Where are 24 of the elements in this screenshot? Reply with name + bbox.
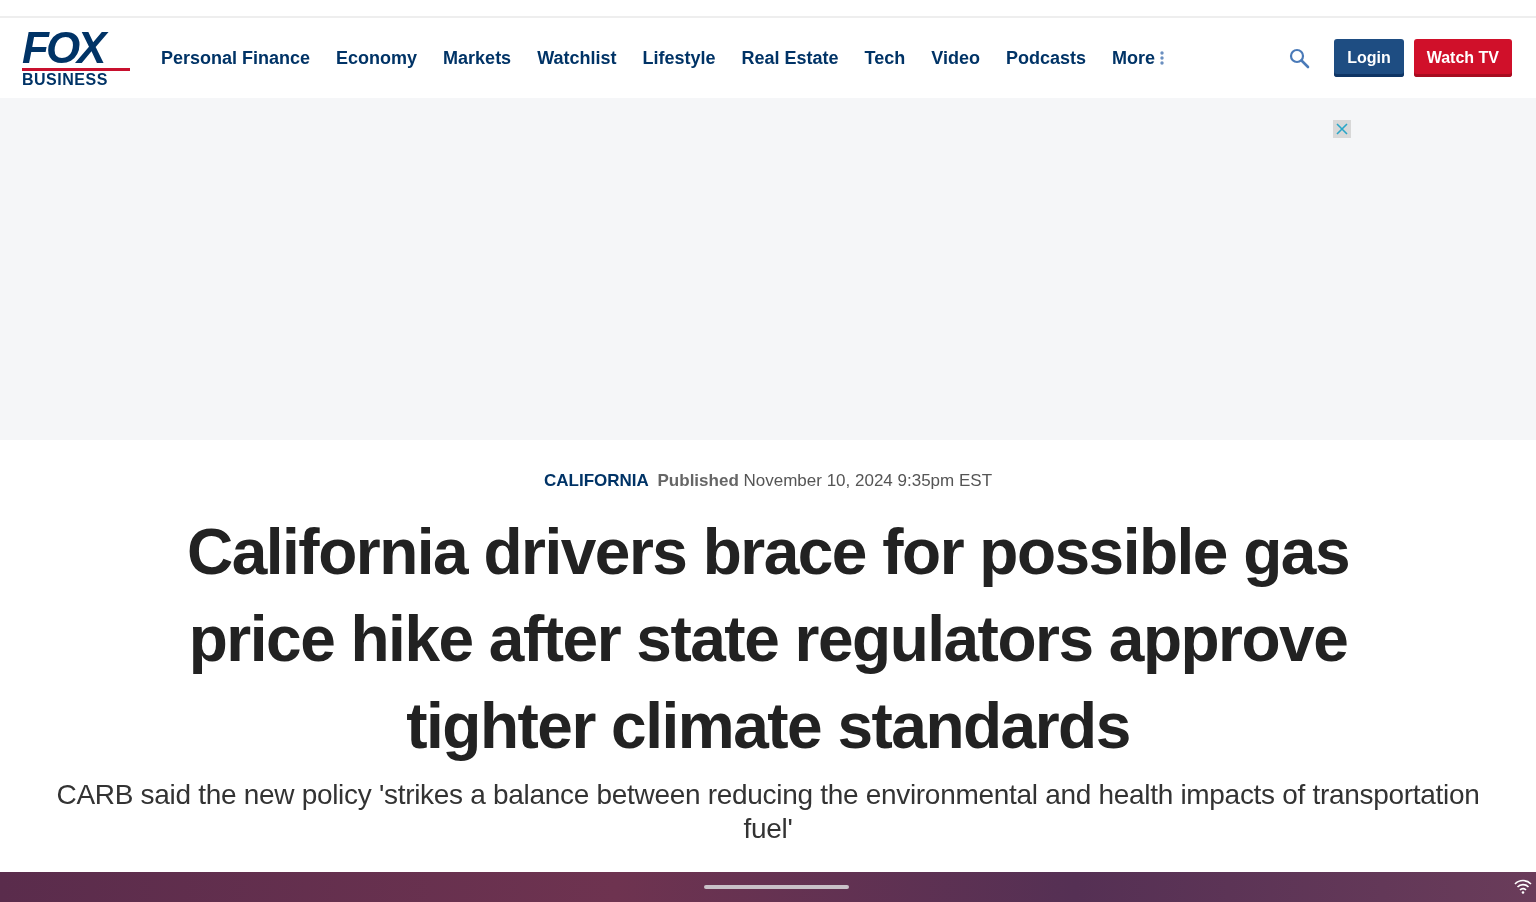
home-handle[interactable] [704, 885, 849, 889]
more-menu-link[interactable]: More [1112, 47, 1155, 69]
nav-link[interactable]: Personal Finance [161, 47, 311, 69]
search-icon[interactable] [1288, 47, 1311, 69]
nav-link[interactable]: Markets [443, 47, 512, 69]
logo-subtitle: BUSINESS [22, 72, 109, 88]
logo-text: FOX [22, 28, 130, 71]
publish-date: November 10, 2024 9:35pm EST [743, 471, 993, 490]
nav-link[interactable]: Lifestyle [642, 47, 716, 69]
login-button[interactable]: Login [1334, 39, 1404, 77]
nav-link[interactable]: Real Estate [741, 47, 839, 69]
subheadline: CARB said the new policy 'strikes a balance between reducing the environmental and health impacts of transportation fuel' [55, 778, 1481, 846]
nav-link[interactable]: Economy [336, 47, 418, 69]
more-dots-icon[interactable] [1160, 51, 1164, 65]
nav-link[interactable]: Tech [864, 47, 906, 69]
category-link[interactable]: CALIFORNIA [543, 471, 649, 490]
nav-link[interactable]: Podcasts [1005, 47, 1086, 69]
headline: California drivers brace for possible gas price hike after state regulators approve tighter climate standards [186, 515, 1350, 764]
nav-link[interactable]: Watchlist [537, 47, 617, 69]
watch-tv-button[interactable]: Watch TV [1413, 39, 1512, 77]
published-label: Published [657, 471, 739, 490]
nav-link[interactable]: Video [931, 47, 980, 69]
wifi-icon [1514, 878, 1532, 894]
logo[interactable]: FOX BUSINESS [22, 28, 139, 88]
